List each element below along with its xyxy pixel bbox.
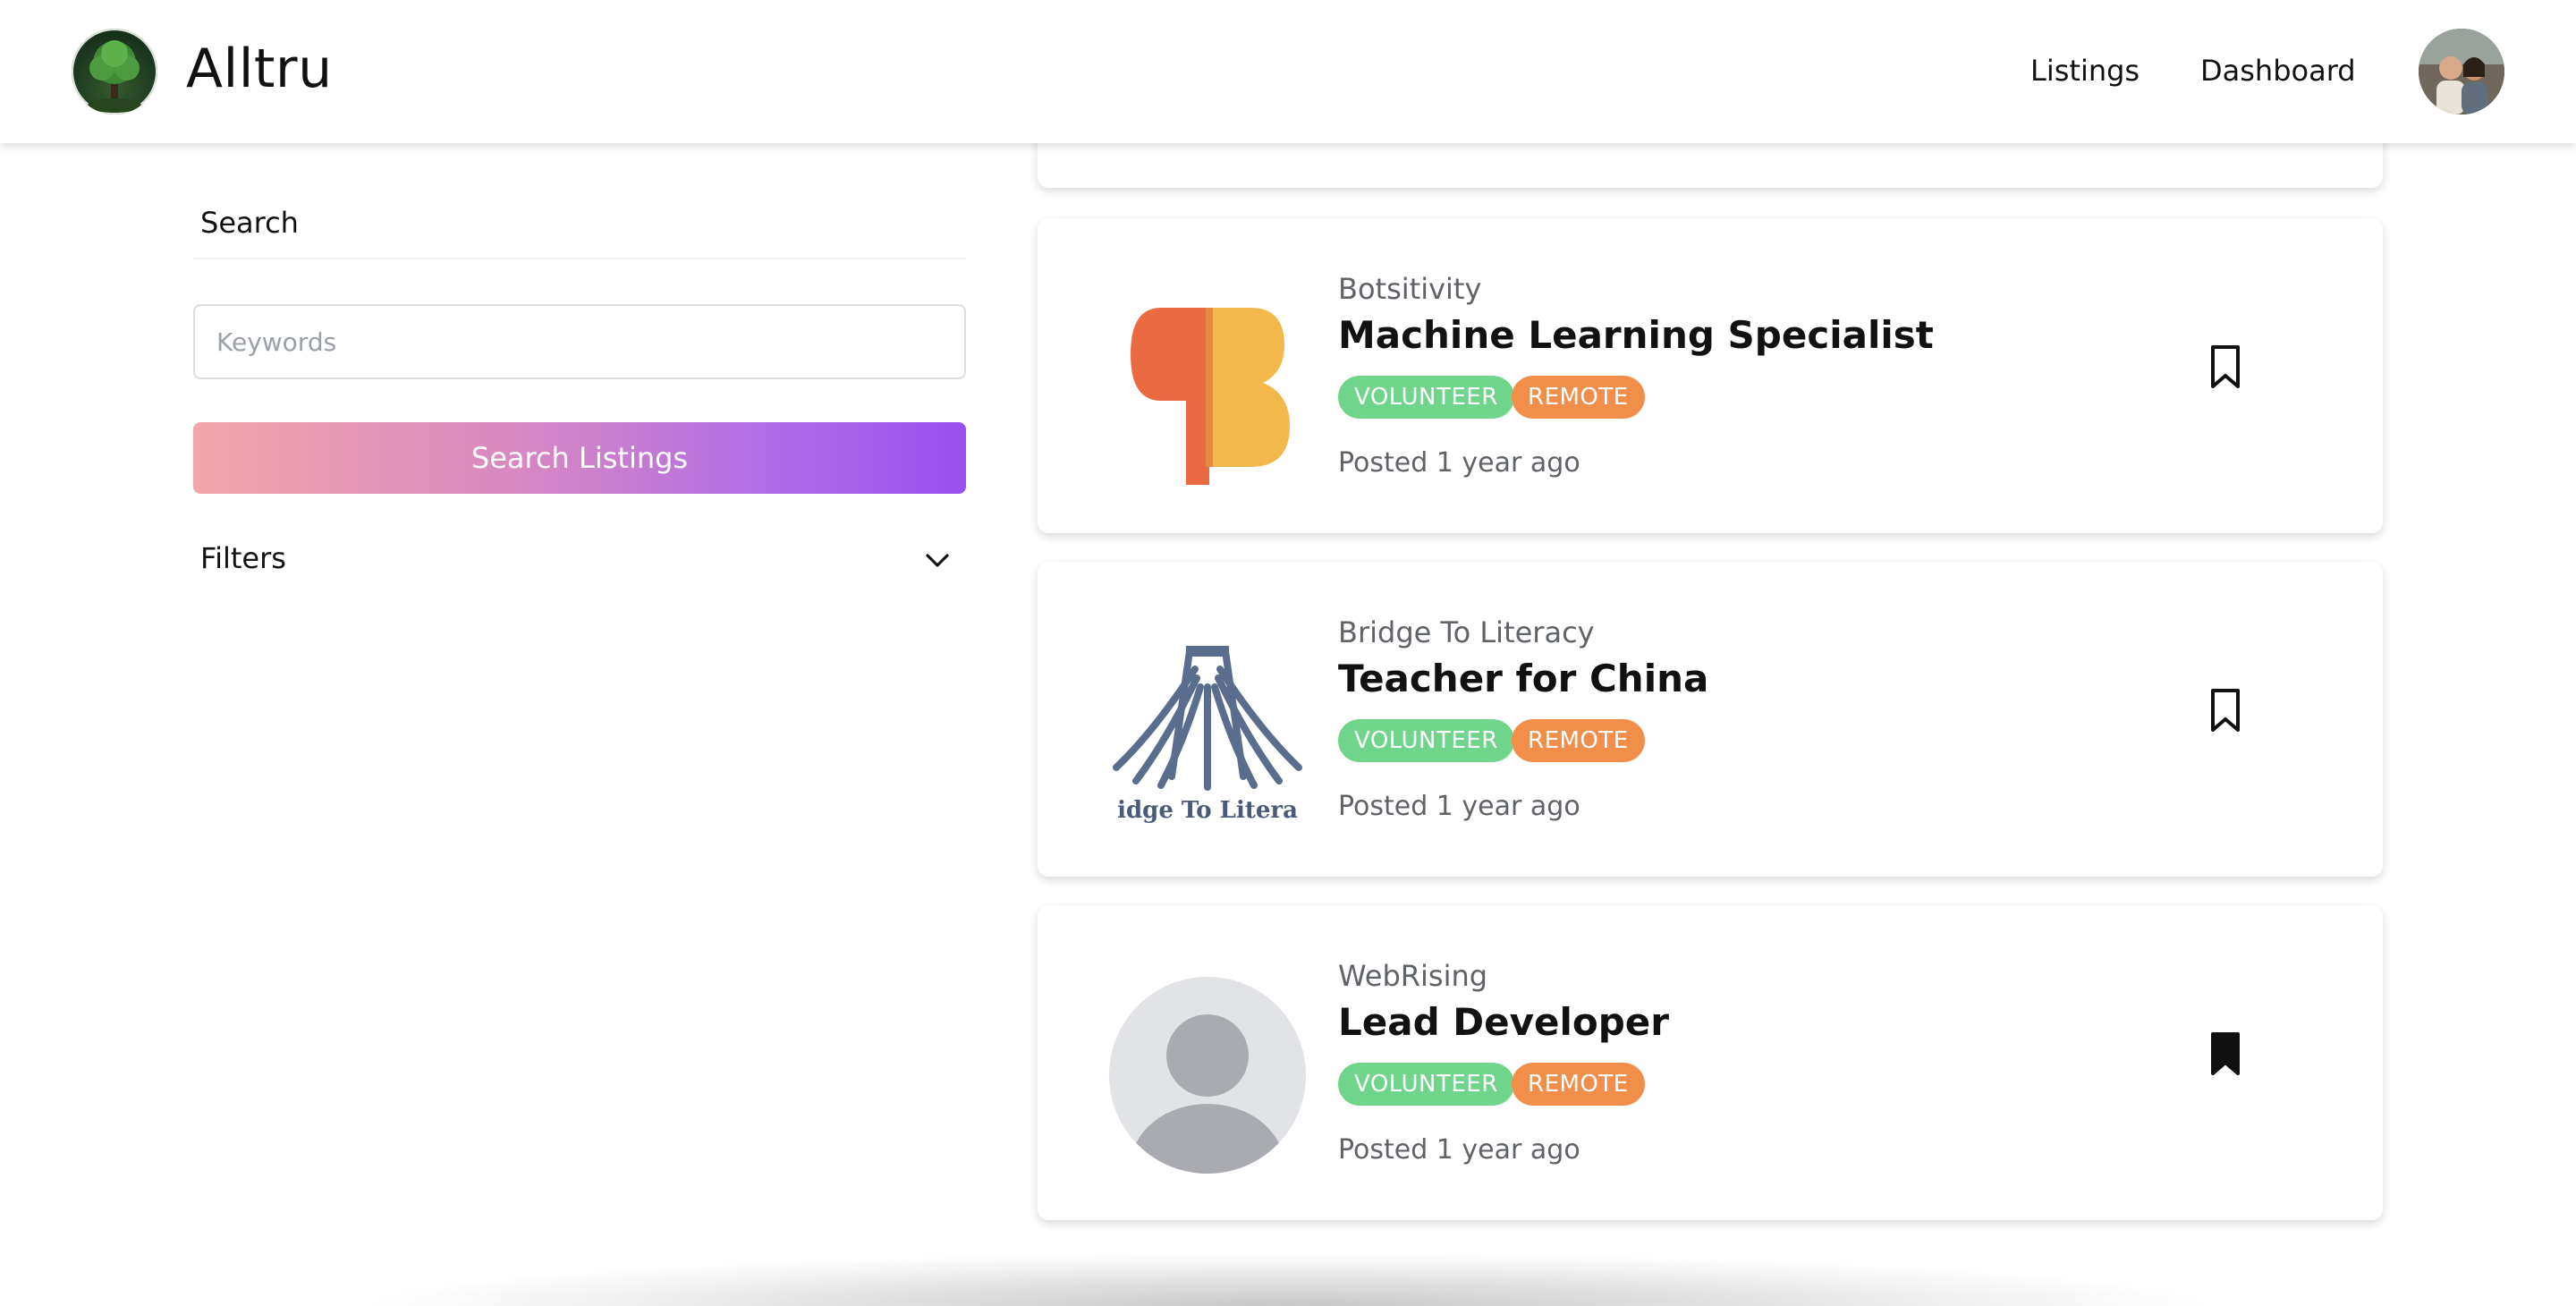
svg-text:idge To Litera: idge To Litera	[1117, 797, 1298, 824]
bookmark-outline-icon[interactable]	[2206, 687, 2245, 734]
bridge-to-literacy-logo-icon: idge To Litera	[1109, 633, 1306, 830]
volunteer-tag: VOLUNTEER	[1338, 1063, 1514, 1106]
top-navbar: Alltru Listings Dashboard	[0, 0, 2576, 143]
posted-date: Posted 1 year ago	[1338, 791, 1580, 822]
listing-card[interactable]: WebRising Lead Developer VOLUNTEER REMOT…	[1038, 905, 2383, 1220]
job-title[interactable]: Lead Developer	[1338, 1000, 1669, 1044]
bookmark-outline-icon[interactable]	[2206, 343, 2245, 390]
job-title[interactable]: Teacher for China	[1338, 657, 1708, 700]
keywords-input[interactable]	[193, 304, 966, 379]
remote-tag: REMOTE	[1512, 1063, 1645, 1106]
org-name: Bridge To Literacy	[1338, 615, 1595, 649]
search-heading: Search	[200, 206, 299, 240]
alltru-logo-tree-icon[interactable]	[72, 29, 157, 114]
job-title[interactable]: Machine Learning Specialist	[1338, 313, 1934, 357]
nav-listings-link[interactable]: Listings	[2030, 54, 2140, 88]
remote-tag: REMOTE	[1512, 719, 1645, 762]
posted-date: Posted 1 year ago	[1338, 1134, 1580, 1166]
chevron-down-icon[interactable]	[923, 546, 952, 574]
volunteer-tag: VOLUNTEER	[1338, 376, 1514, 419]
remote-tag: REMOTE	[1512, 376, 1645, 419]
org-name: WebRising	[1338, 959, 1488, 993]
listing-card[interactable]: idge To Litera Bridge To Literacy Teache…	[1038, 562, 2383, 877]
org-name: Botsitivity	[1338, 272, 1482, 306]
default-avatar-icon	[1109, 977, 1306, 1174]
posted-date: Posted 1 year ago	[1338, 447, 1580, 479]
scroll-shadow	[358, 1252, 2218, 1306]
nav-dashboard-link[interactable]: Dashboard	[2200, 54, 2356, 88]
bookmark-filled-icon[interactable]	[2206, 1030, 2245, 1077]
search-divider	[193, 258, 966, 259]
search-listings-button[interactable]: Search Listings	[193, 422, 966, 494]
volunteer-tag: VOLUNTEER	[1338, 719, 1514, 762]
filters-toggle-label[interactable]: Filters	[200, 541, 286, 575]
botsitivity-logo-icon	[1131, 308, 1290, 485]
brand-name[interactable]: Alltru	[186, 38, 333, 100]
listing-card[interactable]: Botsitivity Machine Learning Specialist …	[1038, 218, 2383, 533]
user-avatar[interactable]	[2419, 29, 2504, 114]
